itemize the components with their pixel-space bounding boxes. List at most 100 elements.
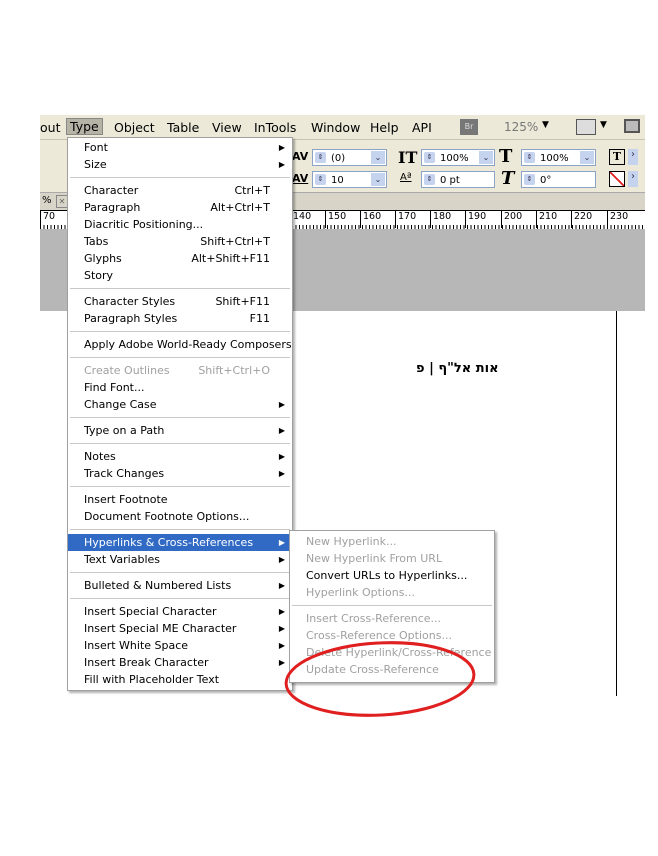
menu-item-fill-with-placeholder-text[interactable]: Fill with Placeholder Text <box>68 671 292 688</box>
menu-item-label: Find Font... <box>84 381 145 394</box>
stroke-none-icon[interactable] <box>609 171 625 187</box>
menu-item-label: Character <box>84 184 139 197</box>
menu-object[interactable]: Object <box>114 120 155 135</box>
menu-separator <box>292 605 492 606</box>
menu-item-insert-special-character[interactable]: Insert Special Character ▶ <box>68 603 292 620</box>
menu-item-label: Insert Break Character <box>84 656 209 669</box>
submenu-item-new-hyperlink: New Hyperlink... <box>290 533 494 550</box>
menu-view[interactable]: View <box>212 120 242 135</box>
fill-text-icon[interactable]: T <box>609 149 625 165</box>
menu-item-label: Notes <box>84 450 116 463</box>
menu-item-label: Diacritic Positioning... <box>84 218 204 231</box>
menu-item-size[interactable]: Size ▶ <box>68 156 292 173</box>
menu-item-type-on-a-path[interactable]: Type on a Path ▶ <box>68 422 292 439</box>
menu-intools[interactable]: InTools <box>254 120 296 135</box>
chevron-right-icon[interactable]: › <box>628 149 638 165</box>
tracking-field[interactable]: ⇕ (0) ⌄ <box>312 149 387 166</box>
menu-item-hyperlinks-cross-references[interactable]: Hyperlinks & Cross-References ▶ <box>68 534 292 551</box>
menu-item-paragraph[interactable]: Paragraph Alt+Ctrl+T <box>68 199 292 216</box>
skew-value: 0° <box>540 175 552 186</box>
menu-item-diacritic-positioning[interactable]: Diacritic Positioning... <box>68 216 292 233</box>
submenu-arrow-icon: ▶ <box>278 607 285 616</box>
skew-field[interactable]: ⇕ 0° <box>521 171 596 188</box>
kerning-value: 10 <box>331 175 344 186</box>
menu-help[interactable]: Help <box>370 120 399 135</box>
menu-separator <box>70 486 290 487</box>
menu-item-tabs[interactable]: Tabs Shift+Ctrl+T <box>68 233 292 250</box>
menu-item-label: Track Changes <box>84 467 165 480</box>
menu-item-change-case[interactable]: Change Case ▶ <box>68 396 292 413</box>
spinner-icon[interactable]: ⇕ <box>424 152 435 163</box>
shortcut-label: Alt+Ctrl+T <box>210 201 270 214</box>
horizontal-scale-field[interactable]: ⇕ 100% ⌄ <box>521 149 596 166</box>
menu-item-insert-break-character[interactable]: Insert Break Character ▶ <box>68 654 292 671</box>
chevron-down-icon[interactable]: ⌄ <box>371 151 385 164</box>
menu-item-label: Tabs <box>84 235 109 248</box>
menu-table[interactable]: Table <box>167 120 199 135</box>
bridge-button[interactable]: Br <box>460 119 478 135</box>
menu-item-find-font[interactable]: Find Font... <box>68 379 292 396</box>
spinner-icon[interactable]: ⇕ <box>524 152 535 163</box>
spinner-icon[interactable]: ⇕ <box>424 174 435 185</box>
chevron-down-icon[interactable]: ⌄ <box>371 173 385 186</box>
menu-item-glyphs[interactable]: Glyphs Alt+Shift+F11 <box>68 250 292 267</box>
menu-item-insert-special-me-character[interactable]: Insert Special ME Character ▶ <box>68 620 292 637</box>
spinner-icon[interactable]: ⇕ <box>315 152 326 163</box>
shortcut-label: Shift+F11 <box>215 295 270 308</box>
menu-window[interactable]: Window <box>311 120 360 135</box>
menu-layout[interactable]: out <box>40 120 60 135</box>
tracking-icon: AV <box>292 150 309 163</box>
menu-item-character[interactable]: Character Ctrl+T <box>68 182 292 199</box>
spinner-icon[interactable]: ⇕ <box>315 174 326 185</box>
submenu-arrow-icon: ▶ <box>278 555 285 564</box>
type-menu: Font ▶ Size ▶ Character Ctrl+T Paragraph Alt+Ct… <box>67 137 293 691</box>
screen-mode-dropdown-icon[interactable]: ▼ <box>600 120 607 130</box>
zoom-dropdown-icon[interactable]: ▼ <box>542 120 549 130</box>
menu-item-label: Convert URLs to Hyperlinks... <box>306 569 468 582</box>
menu-item-label: Change Case <box>84 398 157 411</box>
submenu-item-new-hyperlink-from-url: New Hyperlink From URL <box>290 550 494 567</box>
submenu-arrow-icon: ▶ <box>278 538 285 547</box>
submenu-item-convert-urls-to-hyperlinks[interactable]: Convert URLs to Hyperlinks... <box>290 567 494 584</box>
menu-item-label: Hyperlink Options... <box>306 586 415 599</box>
kerning-icon: AV <box>292 172 309 185</box>
menu-item-label: Insert White Space <box>84 639 189 652</box>
menu-item-story[interactable]: Story <box>68 267 292 284</box>
baseline-shift-field[interactable]: ⇕ 0 pt <box>421 171 495 188</box>
submenu-arrow-icon: ▶ <box>278 143 285 152</box>
screen-mode-icon[interactable] <box>576 119 596 135</box>
menu-separator <box>70 529 290 530</box>
tab-zoom-fragment: % <box>42 195 52 206</box>
menu-api[interactable]: API <box>412 120 432 135</box>
submenu-arrow-icon: ▶ <box>278 160 285 169</box>
chevron-down-icon[interactable]: ⌄ <box>580 151 594 164</box>
tracking-value: (0) <box>331 153 346 164</box>
menu-item-label: Bulleted & Numbered Lists <box>84 579 232 592</box>
menu-type[interactable]: Type <box>66 118 103 135</box>
menu-item-label: Paragraph <box>84 201 141 214</box>
menu-item-label: Fill with Placeholder Text <box>84 673 220 686</box>
menu-separator <box>70 331 290 332</box>
menu-item-paragraph-styles[interactable]: Paragraph Styles F11 <box>68 310 292 327</box>
submenu-item-insert-cross-reference: Insert Cross-Reference... <box>290 610 494 627</box>
menu-item-insert-white-space[interactable]: Insert White Space ▶ <box>68 637 292 654</box>
menu-item-track-changes[interactable]: Track Changes ▶ <box>68 465 292 482</box>
menu-item-bulleted-numbered-lists[interactable]: Bulleted & Numbered Lists ▶ <box>68 577 292 594</box>
menu-item-font[interactable]: Font ▶ <box>68 139 292 156</box>
chevron-down-icon[interactable]: ⌄ <box>479 151 493 164</box>
horizontal-scale-icon: T <box>499 146 513 167</box>
menu-item-document-footnote-options[interactable]: Document Footnote Options... <box>68 508 292 525</box>
shortcut-label: F11 <box>249 312 270 325</box>
kerning-field[interactable]: ⇕ 10 ⌄ <box>312 171 387 188</box>
zoom-level[interactable]: 125% <box>504 120 538 134</box>
hebrew-text: אות אל"ף | פ <box>416 361 499 376</box>
arrange-icon[interactable] <box>624 119 640 133</box>
menu-item-notes[interactable]: Notes ▶ <box>68 448 292 465</box>
spinner-icon[interactable]: ⇕ <box>524 174 535 185</box>
vertical-scale-field[interactable]: ⇕ 100% ⌄ <box>421 149 495 166</box>
menu-item-insert-footnote[interactable]: Insert Footnote <box>68 491 292 508</box>
menu-item-apply-adobe-world-ready-composers[interactable]: Apply Adobe World-Ready Composers <box>68 336 292 353</box>
chevron-right-icon[interactable]: › <box>628 171 638 187</box>
menu-item-text-variables[interactable]: Text Variables ▶ <box>68 551 292 568</box>
menu-item-character-styles[interactable]: Character Styles Shift+F11 <box>68 293 292 310</box>
